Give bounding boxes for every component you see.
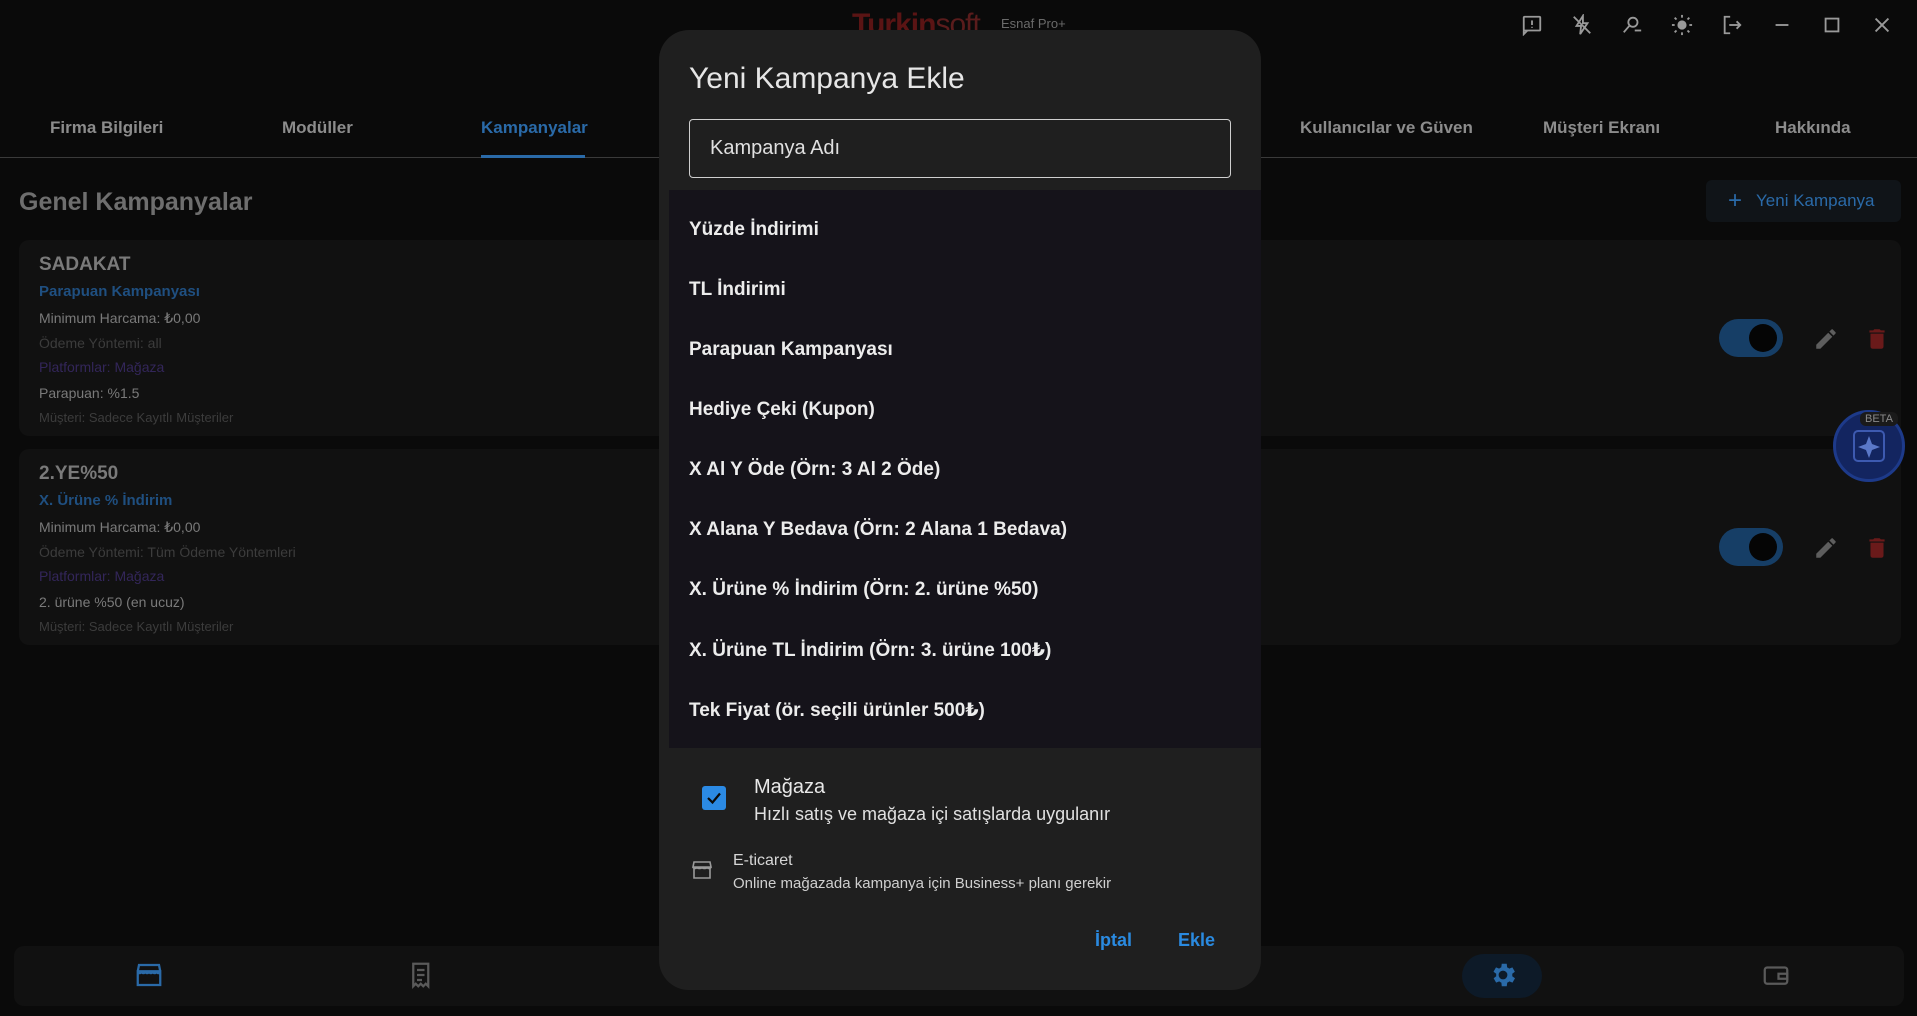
campaign-type: X. Ürüne % İndirim <box>39 492 173 509</box>
campaign-customer: Müşteri: Sadece Kayıtlı Müşteriler <box>39 619 234 634</box>
settings-icon[interactable] <box>1488 960 1518 990</box>
plus-icon: + <box>1728 187 1743 214</box>
new-campaign-button[interactable]: + Yeni Kampanya <box>1706 180 1901 222</box>
menu-item[interactable]: Parapuan Kampanyası <box>689 339 893 361</box>
edit-icon[interactable] <box>1813 326 1839 352</box>
logout-icon[interactable] <box>1707 10 1757 40</box>
campaign-platforms: Platformlar: Mağaza <box>39 568 165 584</box>
store-option-label: Mağaza <box>754 776 826 798</box>
campaign-name: 2.YE%50 <box>39 463 119 484</box>
wallet-icon[interactable] <box>1761 960 1791 990</box>
maximize-icon[interactable] <box>1807 10 1857 40</box>
cancel-button[interactable]: İptal <box>1095 930 1132 951</box>
store-option-desc: Hızlı satış ve mağaza içi satışlarda uyg… <box>754 804 1111 824</box>
campaign-detail: 2. ürüne %50 (en ucuz) <box>39 594 185 610</box>
campaign-platforms: Platformlar: Mağaza <box>39 359 165 375</box>
campaign-min-spend: Minimum Harcama: ₺0,00 <box>39 519 201 535</box>
close-icon[interactable] <box>1857 10 1907 40</box>
menu-item[interactable]: Tek Fiyat (ör. seçili ürünler 500₺) <box>689 699 985 722</box>
campaign-toggle[interactable] <box>1719 319 1783 357</box>
delete-icon[interactable] <box>1864 326 1890 352</box>
campaign-name-field[interactable] <box>689 119 1231 178</box>
beta-badge: BETA <box>1860 412 1898 426</box>
tab-kullanicilar[interactable]: Kullanıcılar ve Güvenl <box>1300 118 1472 138</box>
campaign-name: SADAKAT <box>39 254 131 275</box>
new-campaign-label: Yeni Kampanya <box>1756 191 1875 210</box>
flash-off-icon[interactable] <box>1557 10 1607 40</box>
storefront-icon <box>692 861 712 879</box>
ecommerce-option-desc: Online mağazada kampanya için Business+ … <box>733 875 1112 892</box>
ecommerce-option-label: E-ticaret <box>733 852 793 869</box>
add-button[interactable]: Ekle <box>1178 930 1215 951</box>
menu-item[interactable]: X. Ürüne TL İndirim (Örn: 3. ürüne 100₺) <box>689 639 1051 662</box>
window-controls <box>1507 10 1907 40</box>
tab-hakkinda[interactable]: Hakkında <box>1775 118 1851 138</box>
feedback-icon[interactable] <box>1507 10 1557 40</box>
menu-item[interactable]: Hediye Çeki (Kupon) <box>689 399 875 421</box>
campaign-customer: Müşteri: Sadece Kayıtlı Müşteriler <box>39 410 234 425</box>
store-checkbox[interactable] <box>702 786 726 810</box>
campaign-min-spend: Minimum Harcama: ₺0,00 <box>39 310 201 326</box>
search-user-icon[interactable] <box>1607 10 1657 40</box>
store-icon[interactable] <box>134 960 164 990</box>
campaign-detail: Parapuan: %1.5 <box>39 385 140 401</box>
menu-item[interactable]: Yüzde İndirimi <box>689 219 819 241</box>
check-icon <box>707 792 721 805</box>
campaign-type: Parapuan Kampanyası <box>39 283 200 300</box>
sparkle-icon <box>1853 430 1885 462</box>
dialog-title: Yeni Kampanya Ekle <box>689 62 965 95</box>
tab-firma-bilgileri[interactable]: Firma Bilgileri <box>50 118 163 138</box>
campaign-toggle[interactable] <box>1719 528 1783 566</box>
campaign-payment: Ödeme Yöntemi: Tüm Ödeme Yöntemleri <box>39 544 296 560</box>
receipt-icon[interactable] <box>407 960 437 990</box>
delete-icon[interactable] <box>1864 535 1890 561</box>
page-title: Genel Kampanyalar <box>19 188 253 216</box>
minimize-icon[interactable] <box>1757 10 1807 40</box>
app-edition: Esnaf Pro+ <box>1001 16 1066 31</box>
campaign-payment: Ödeme Yöntemi: all <box>39 335 162 351</box>
tab-moduller[interactable]: Modüller <box>282 118 353 138</box>
menu-item[interactable]: X Alana Y Bedava (Örn: 2 Alana 1 Bedava) <box>689 519 1067 541</box>
menu-item[interactable]: TL İndirimi <box>689 279 786 301</box>
campaign-name-input[interactable] <box>710 137 1210 160</box>
tab-kampanyalar[interactable]: Kampanyalar <box>481 118 588 138</box>
campaign-type-menu: Yüzde İndirimi TL İndirimi Parapuan Kamp… <box>669 190 1261 748</box>
menu-item[interactable]: X Al Y Öde (Örn: 3 Al 2 Öde) <box>689 459 940 481</box>
edit-icon[interactable] <box>1813 535 1839 561</box>
tab-musteri-ekrani[interactable]: Müşteri Ekranı <box>1543 118 1660 138</box>
menu-item[interactable]: X. Ürüne % İndirim (Örn: 2. ürüne %50) <box>689 579 1038 601</box>
brightness-icon[interactable] <box>1657 10 1707 40</box>
active-tab-indicator <box>481 155 585 158</box>
